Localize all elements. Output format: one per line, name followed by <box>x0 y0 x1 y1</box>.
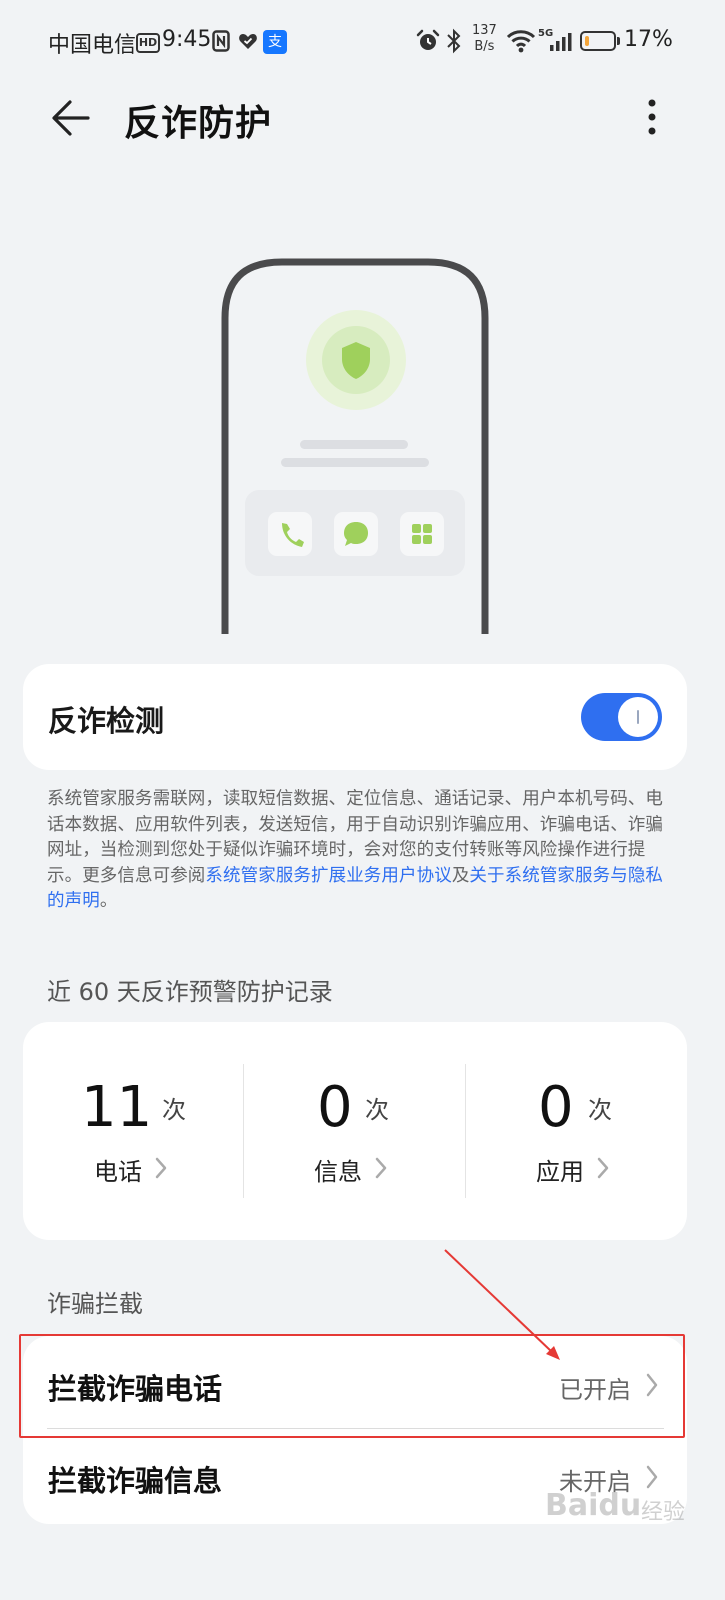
chevron-right-icon <box>597 1157 609 1179</box>
phone-shield-illustration <box>221 258 489 634</box>
stat-label: 应用 <box>536 1158 584 1186</box>
stat-unit: 次 <box>365 1096 389 1124</box>
highlight-box <box>19 1334 685 1438</box>
chevron-right-icon <box>375 1157 387 1179</box>
carrier-label: 中国电信 <box>48 33 137 58</box>
stat-count: 0 <box>538 1075 574 1140</box>
alarm-icon <box>416 29 440 50</box>
interception-heading: 诈骗拦截 <box>47 1290 143 1318</box>
stat-calls[interactable]: 11 次 电话 <box>33 1062 253 1202</box>
battery-icon <box>580 31 616 51</box>
stat-divider <box>243 1064 244 1198</box>
page-title: 反诈防护 <box>124 103 273 144</box>
hd-voice-icon: HD <box>136 33 160 53</box>
bluetooth-icon <box>447 28 461 54</box>
more-options-icon[interactable] <box>632 92 672 148</box>
status-bar: 中国电信 HD 9:45 支 137 B/s 5G 17% <box>0 0 725 84</box>
chevron-right-icon <box>155 1157 167 1179</box>
detection-label: 反诈检测 <box>48 704 165 738</box>
stat-messages[interactable]: 0 次 信息 <box>253 1062 473 1202</box>
service-agreement-link[interactable]: 系统管家服务扩展业务用户协议 <box>205 866 451 886</box>
battery-tip <box>617 37 620 45</box>
stat-count: 0 <box>317 1075 353 1140</box>
stat-label: 信息 <box>314 1158 362 1186</box>
detection-toggle[interactable] <box>581 693 662 741</box>
baidu-watermark: Baidu 经验 <box>545 1488 686 1525</box>
stat-divider <box>465 1064 466 1198</box>
signal-icon: 5G <box>538 28 574 54</box>
battery-percent: 17% <box>624 27 673 52</box>
stat-count: 11 <box>81 1075 153 1140</box>
stat-unit: 次 <box>162 1096 186 1124</box>
detection-description: 系统管家服务需联网，读取短信数据、定位信息、通话记录、用户本机号码、电话本数据、… <box>47 789 664 911</box>
heart-icon <box>239 34 257 49</box>
wifi-icon <box>506 30 536 53</box>
stat-apps[interactable]: 0 次 应用 <box>475 1062 695 1202</box>
nfc-icon <box>212 30 230 52</box>
stat-unit: 次 <box>588 1096 612 1124</box>
records-heading: 近 60 天反诈预警防护记录 <box>47 978 333 1006</box>
toggle-knob <box>618 697 658 737</box>
clock: 9:45 <box>162 27 212 52</box>
network-speed: 137 B/s <box>472 23 497 54</box>
battery-level <box>585 36 589 46</box>
alipay-icon: 支 <box>263 30 287 54</box>
row-label: 拦截诈骗信息 <box>48 1464 223 1498</box>
back-arrow-icon[interactable] <box>44 92 100 148</box>
stat-label: 电话 <box>94 1158 142 1186</box>
